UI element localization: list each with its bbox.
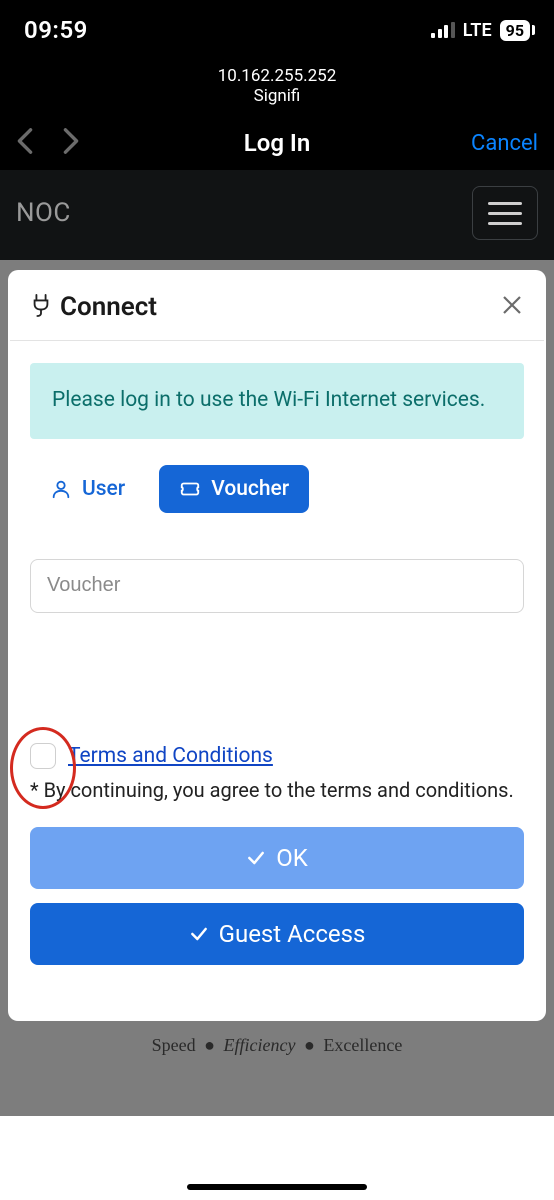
check-icon [246, 848, 266, 868]
app-bar: NOC [0, 170, 554, 260]
forward-chevron-icon[interactable] [62, 127, 80, 159]
tab-voucher-label: Voucher [211, 477, 289, 501]
auth-tabs: User Voucher [30, 465, 524, 513]
connect-card: Connect Please log in to use the Wi-Fi I… [8, 270, 546, 1021]
terms-checkbox[interactable] [30, 743, 56, 769]
close-icon[interactable] [500, 293, 524, 321]
ticket-icon [179, 478, 201, 500]
footer-word-3: Excellence [323, 1035, 402, 1055]
footer-word-2: Efficiency [224, 1035, 296, 1055]
status-right: LTE 95 [431, 20, 530, 41]
battery-indicator: 95 [500, 20, 530, 41]
terms-link[interactable]: Terms and Conditions [68, 744, 273, 768]
tab-voucher[interactable]: Voucher [159, 465, 309, 513]
tab-user[interactable]: User [30, 465, 145, 513]
guest-label: Guest Access [219, 920, 366, 948]
ok-label: OK [276, 844, 308, 872]
app-brand: NOC [16, 198, 71, 228]
captive-ssid: Signifi [0, 86, 554, 106]
captive-portal-header: 10.162.255.252 Signifi Log In Cancel [0, 60, 554, 170]
menu-button[interactable] [472, 186, 538, 240]
cellular-signal-icon [431, 22, 455, 38]
check-icon [189, 924, 209, 944]
ok-button[interactable]: OK [30, 827, 524, 889]
captive-ip: 10.162.255.252 [0, 66, 554, 86]
status-time: 09:59 [24, 16, 88, 44]
plug-icon [30, 292, 52, 322]
voucher-input[interactable] [30, 559, 524, 613]
page-title: Log In [244, 129, 310, 157]
bottom-safe-area [0, 1116, 554, 1200]
status-bar: 09:59 LTE 95 [0, 0, 554, 60]
cancel-button[interactable]: Cancel [471, 131, 538, 156]
info-banner: Please log in to use the Wi-Fi Internet … [30, 363, 524, 439]
footer-tagline: Speed ● Efficiency ● Excellence [8, 1021, 546, 1116]
terms-note: * By continuing, you agree to the terms … [30, 775, 524, 805]
back-chevron-icon[interactable] [16, 127, 34, 159]
user-icon [50, 478, 72, 500]
guest-access-button[interactable]: Guest Access [30, 903, 524, 965]
footer-word-1: Speed [152, 1035, 196, 1055]
home-indicator[interactable] [187, 1184, 367, 1190]
tab-user-label: User [82, 477, 125, 501]
card-title: Connect [60, 292, 157, 322]
network-label: LTE [463, 20, 492, 41]
